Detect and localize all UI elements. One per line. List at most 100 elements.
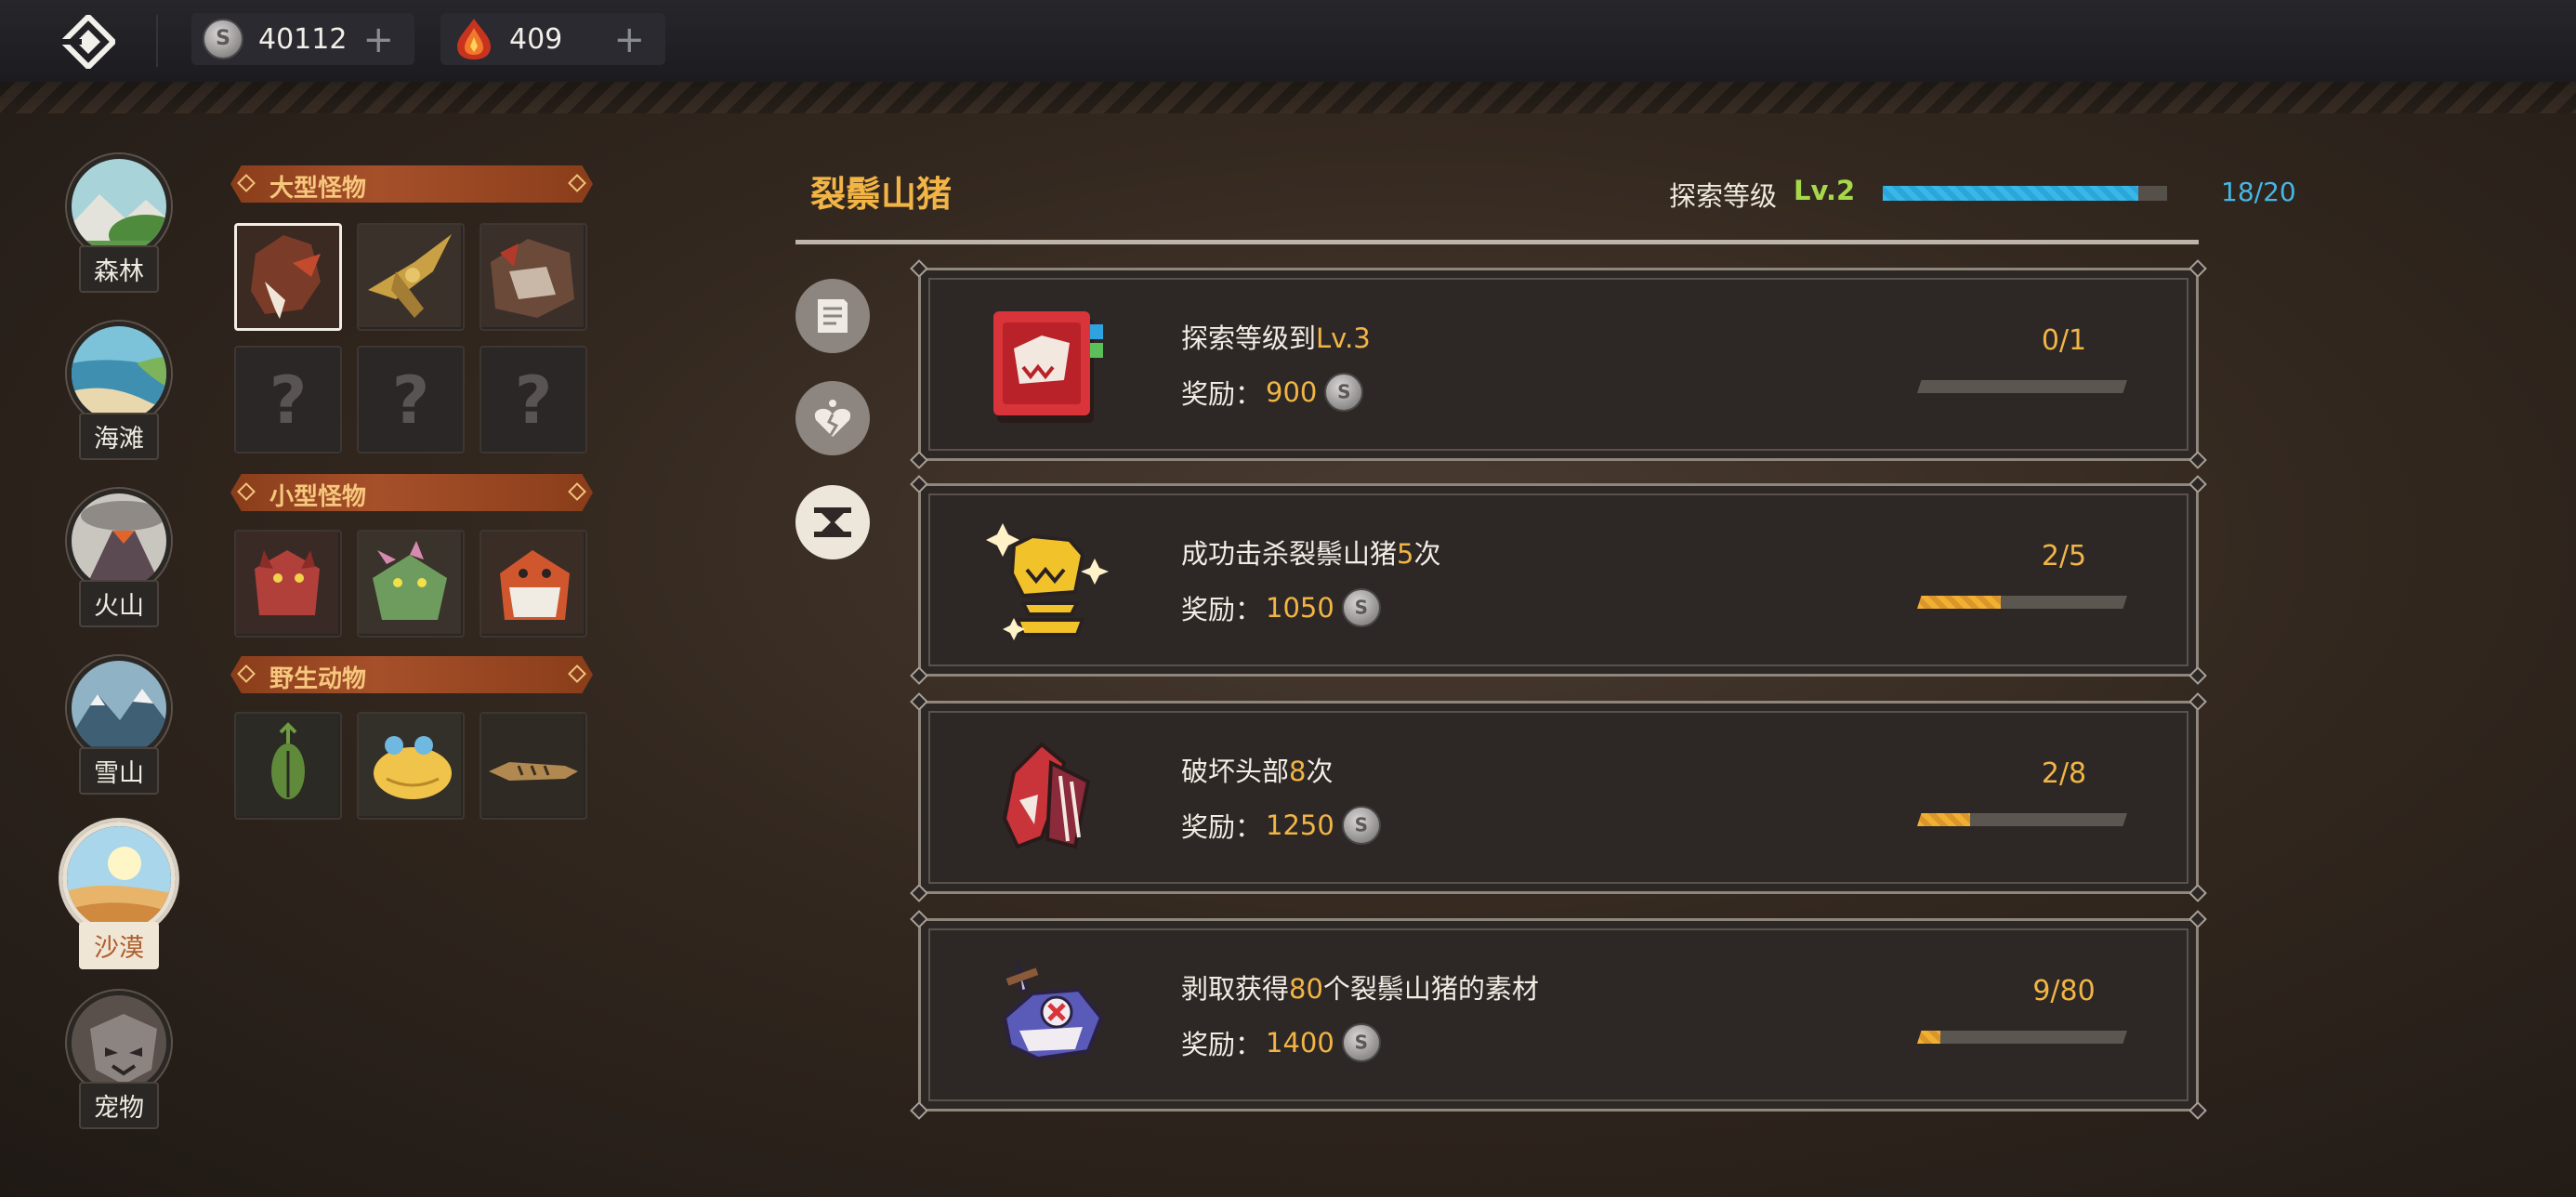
- quest-reward: 奖励： 900: [1181, 373, 1364, 412]
- coin-icon: [1341, 588, 1381, 627]
- wildlife-tile-lizard[interactable]: [480, 712, 587, 820]
- diamond-ornament-icon: [568, 482, 586, 501]
- top-bar: 40112 + 409 +: [0, 0, 2576, 82]
- diamond-ornament-icon: [568, 664, 586, 683]
- quest-progress-fill: [1917, 813, 1970, 826]
- monster-book-icon: [993, 311, 1103, 423]
- note-icon: [818, 299, 848, 333]
- corner-ornament-icon: [2188, 692, 2207, 711]
- corner-ornament-icon: [2188, 1101, 2207, 1120]
- region-snow-mountain[interactable]: 雪山: [65, 656, 173, 795]
- quest-objective: 成功击杀裂鬃山猪5次: [1181, 533, 1440, 572]
- pet-icon: [67, 991, 171, 1095]
- explore-progress-fill: [1883, 186, 2139, 201]
- card-inner-border: [928, 711, 2188, 884]
- boar-monster-icon: [237, 226, 339, 328]
- wildlife-tile-frog[interactable]: [357, 712, 465, 820]
- objective-text: 破坏头部: [1181, 756, 1290, 787]
- objective-text: 剥取获得: [1181, 973, 1290, 1005]
- orange-lizard-icon: [481, 532, 584, 634]
- coin-amount: 40112: [258, 22, 348, 56]
- diamond-ornament-icon: [237, 482, 256, 501]
- objective-text-suffix: 次: [1306, 756, 1334, 787]
- corner-ornament-icon: [2188, 451, 2207, 469]
- monster-tile-small-2[interactable]: [357, 530, 465, 638]
- header-divider: [795, 240, 2199, 244]
- monster-tile-small-3[interactable]: [480, 530, 587, 638]
- coin-icon: [203, 19, 243, 59]
- region-volcano[interactable]: 火山: [65, 489, 173, 627]
- region-label: 森林: [79, 245, 159, 293]
- quest-progress-bar: [1917, 1031, 2127, 1044]
- explore-level-label: 探索等级: [1669, 180, 1778, 212]
- region-desert[interactable]: 沙漠: [61, 822, 177, 969]
- page-title: 裂鬃山猪: [810, 174, 953, 215]
- region-label: 宠物: [79, 1082, 159, 1129]
- monster-tile-small-1[interactable]: [234, 530, 342, 638]
- corner-ornament-icon: [910, 884, 928, 902]
- category-header-wildlife: 野生动物: [230, 656, 593, 693]
- corner-ornament-icon: [2188, 666, 2207, 685]
- back-logo-icon[interactable]: [61, 15, 115, 69]
- wildlife-tile-beetle[interactable]: [234, 712, 342, 820]
- category-header-large: 大型怪物: [230, 165, 593, 203]
- coin-icon: [1341, 806, 1381, 845]
- reward-label: 奖励：: [1181, 594, 1263, 625]
- monster-tile-large-3[interactable]: [480, 223, 587, 331]
- corner-ornament-icon: [910, 1101, 928, 1120]
- explore-progress-bar: [1883, 186, 2167, 201]
- region-label: 雪山: [79, 747, 159, 795]
- monster-tile-unknown[interactable]: ?: [480, 346, 587, 454]
- quest-progress-text: 0/1: [2041, 324, 2087, 357]
- corner-ornament-icon: [910, 475, 928, 493]
- golden-monster-trophy-icon: [986, 523, 1109, 640]
- explore-progress-text: 18/20: [2221, 177, 2296, 207]
- broken-head-claw-icon: [1002, 742, 1091, 849]
- card-inner-border: [928, 278, 2188, 451]
- green-lizard-icon: [359, 532, 461, 634]
- quest-card: 剥取获得80个裂鬃山猪的素材 奖励： 1400 9/80: [910, 910, 2207, 1120]
- reward-value: 1250: [1266, 809, 1334, 841]
- monster-tile-unknown[interactable]: ?: [234, 346, 342, 454]
- region-pets[interactable]: 宠物: [65, 991, 173, 1129]
- quest-progress-bar: [1917, 813, 2127, 826]
- monster-tile-unknown[interactable]: ?: [357, 346, 465, 454]
- add-coins-button[interactable]: +: [362, 19, 394, 61]
- monster-tile-bristleback-boar[interactable]: [234, 223, 342, 331]
- card-inner-border: [928, 493, 2188, 666]
- category-header-small: 小型怪物: [230, 474, 593, 511]
- reward-label: 奖励：: [1181, 811, 1263, 843]
- corner-ornament-icon: [2188, 910, 2207, 928]
- lizard-icon: [481, 714, 584, 816]
- tab-notes[interactable]: [795, 279, 870, 353]
- quest-card: 探索等级到Lv.3 奖励： 900 0/1: [910, 259, 2207, 469]
- gem-icon: [457, 19, 491, 59]
- tab-challenges[interactable]: [795, 485, 870, 559]
- region-label: 火山: [79, 580, 159, 627]
- monster-tile-large-2[interactable]: [357, 223, 465, 331]
- diamond-ornament-icon: [237, 174, 256, 192]
- coin-counter: 40112 +: [191, 13, 414, 65]
- objective-highlight: 5: [1397, 538, 1414, 570]
- corner-ornament-icon: [910, 259, 928, 278]
- tab-weakness[interactable]: [795, 381, 870, 455]
- volcano-icon: [67, 489, 171, 593]
- rock-monster-icon: [481, 225, 584, 327]
- objective-text-suffix: 次: [1413, 538, 1441, 570]
- quest-card: 成功击杀裂鬃山猪5次 奖励： 1050 2/5: [910, 475, 2207, 685]
- explore-level-value: Lv.2: [1794, 175, 1856, 206]
- quest-progress-fill: [1917, 596, 2002, 609]
- card-inner-border: [928, 928, 2188, 1101]
- add-gems-button[interactable]: +: [613, 19, 645, 61]
- region-beach[interactable]: 海滩: [65, 322, 173, 460]
- frog-icon: [359, 714, 461, 816]
- reward-label: 奖励：: [1181, 378, 1263, 410]
- category-title: 小型怪物: [269, 483, 367, 511]
- corner-ornament-icon: [910, 451, 928, 469]
- reward-value: 1400: [1266, 1027, 1334, 1059]
- quest-objective: 剥取获得80个裂鬃山猪的素材: [1181, 967, 1539, 1006]
- objective-highlight: Lv.3: [1316, 322, 1371, 354]
- quest-progress-bar: [1917, 380, 2127, 393]
- quest-progress-text: 9/80: [2032, 975, 2096, 1007]
- region-forest[interactable]: 森林: [65, 154, 173, 293]
